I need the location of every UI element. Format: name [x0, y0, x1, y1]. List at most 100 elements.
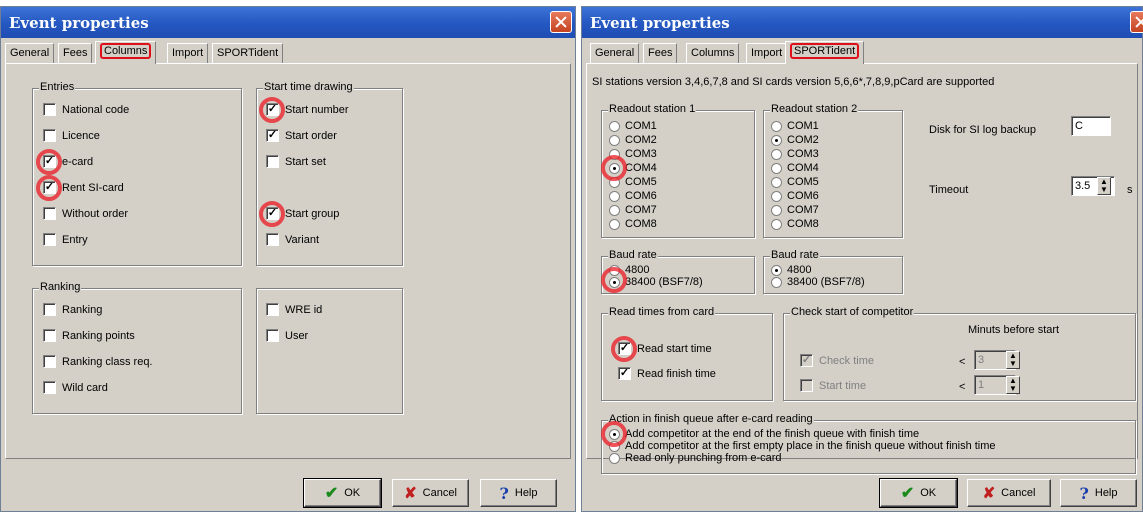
tab-columns[interactable]: Columns	[686, 43, 740, 63]
radio-r1-com2[interactable]: COM2	[609, 135, 657, 146]
radio-b1-38400[interactable]: 38400 (BSF7/8)	[609, 277, 703, 288]
checkbox-ranking[interactable]: Ranking	[43, 303, 102, 316]
radio-r2-com1[interactable]: COM1	[771, 121, 819, 132]
radio-r2-com7[interactable]: COM7	[771, 205, 819, 216]
checkbox-start-order[interactable]: ✓ Start order	[266, 129, 337, 142]
group-legend: Action in finish queue after e-card read…	[608, 413, 814, 425]
tab-columns[interactable]: Columns	[95, 41, 157, 64]
radio-b2-38400[interactable]: 38400 (BSF7/8)	[771, 277, 865, 288]
spinner-arrows-icon[interactable]: ▲ ▼	[1006, 351, 1020, 369]
start-time-value: 1	[978, 379, 985, 391]
checkbox-label: Read finish time	[637, 367, 716, 380]
radio-b2-4800[interactable]: 4800	[771, 265, 811, 276]
radio-r2-com4[interactable]: COM4	[771, 163, 819, 174]
radio-dot	[771, 121, 782, 132]
checkbox-e-card[interactable]: ✓ e-card	[43, 155, 93, 168]
group-legend: Baud rate	[608, 249, 658, 261]
help-button[interactable]: ? Help	[1060, 479, 1137, 507]
tab-panel: Entries National code Licence ✓ e-card ✓ R…	[5, 63, 571, 459]
close-button[interactable]	[550, 11, 572, 33]
checkbox-box	[43, 129, 56, 142]
checkbox-label: Licence	[62, 129, 100, 142]
close-button[interactable]	[1130, 11, 1143, 33]
checkbox-ranking-points[interactable]: Ranking points	[43, 329, 135, 342]
radio-dot	[771, 163, 782, 174]
radio-r1-com8[interactable]: COM8	[609, 219, 657, 230]
tab-fees[interactable]: Fees	[58, 43, 93, 63]
checkbox-label: Ranking class req.	[62, 355, 153, 368]
radio-r1-com5[interactable]: COM5	[609, 177, 657, 188]
checkbox-label: Start order	[285, 129, 337, 142]
radio-label: COM1	[625, 120, 657, 132]
tab-general[interactable]: General	[590, 43, 640, 63]
radio-r2-com3[interactable]: COM3	[771, 149, 819, 160]
radio-r1-com3[interactable]: COM3	[609, 149, 657, 160]
radio-label: COM6	[787, 190, 819, 202]
button-label: Help	[1094, 487, 1118, 499]
tab-general[interactable]: General	[5, 43, 55, 63]
checkbox-start-set[interactable]: Start set	[266, 155, 326, 168]
checkbox-rent-si-card[interactable]: ✓ Rent SI-card	[43, 181, 124, 194]
tab-import[interactable]: Import	[746, 43, 788, 63]
radio-dot	[771, 205, 782, 216]
radio-r2-com2[interactable]: COM2	[771, 135, 819, 146]
tab-import[interactable]: Import	[167, 43, 209, 63]
tab-fees[interactable]: Fees	[643, 43, 678, 63]
checkbox-check-time[interactable]: ✓ Check time	[800, 354, 874, 367]
checkbox-start-group[interactable]: ✓ Start group	[266, 207, 339, 220]
checkbox-variant[interactable]: Variant	[266, 233, 319, 246]
checkbox-box	[266, 155, 279, 168]
checkbox-national-code[interactable]: National code	[43, 103, 129, 116]
radio-r1-com6[interactable]: COM6	[609, 191, 657, 202]
checkbox-licence[interactable]: Licence	[43, 129, 100, 142]
ok-button[interactable]: ✔ OK	[879, 478, 958, 508]
radio-label: 4800	[625, 264, 650, 276]
checkbox-label: User	[285, 329, 309, 342]
cancel-button[interactable]: ✘ Cancel	[392, 479, 469, 507]
radio-r1-com7[interactable]: COM7	[609, 205, 657, 216]
radio-fq-add-first-empty[interactable]: Add competitor at the first empty place …	[609, 441, 996, 452]
checkbox-box	[43, 381, 56, 394]
minutes-before-start-label: Minuts before start	[968, 324, 1060, 336]
checkbox-read-finish-time[interactable]: ✓ Read finish time	[618, 367, 716, 380]
tab-label: General	[595, 47, 635, 59]
spinner-arrows-icon[interactable]: ▲ ▼	[1006, 376, 1020, 394]
checkbox-without-order[interactable]: Without order	[43, 207, 128, 220]
radio-fq-read-only[interactable]: Read only punching from e-card	[609, 453, 782, 464]
radio-r1-com4[interactable]: COM4	[609, 163, 657, 174]
checkbox-start-number[interactable]: ✓ Start number	[266, 103, 349, 116]
radio-fq-add-end[interactable]: Add competitor at the end of the finish …	[609, 429, 919, 440]
checkbox-wre-id[interactable]: WRE id	[266, 303, 322, 316]
radio-label: Read only punching from e-card	[625, 452, 782, 464]
radio-label: COM2	[625, 134, 657, 146]
radio-b1-4800[interactable]: 4800	[609, 265, 649, 276]
tab-sportident[interactable]: SPORTident	[212, 43, 284, 63]
checkbox-label: Start time	[819, 379, 867, 392]
checkbox-ranking-class-req[interactable]: Ranking class req.	[43, 355, 153, 368]
disk-backup-input[interactable]: C	[1071, 116, 1111, 136]
radio-r2-com5[interactable]: COM5	[771, 177, 819, 188]
title-bar: Event properties	[582, 7, 1143, 38]
tab-sportident[interactable]: SPORTident	[785, 41, 865, 64]
checkbox-box	[43, 329, 56, 342]
ok-button[interactable]: ✔ OK	[303, 478, 382, 508]
spinner-arrows-icon[interactable]: ▲ ▼	[1097, 177, 1111, 195]
checkbox-read-start-time[interactable]: ✓ Read start time	[618, 342, 712, 355]
help-button[interactable]: ? Help	[480, 479, 557, 507]
group-legend: Ranking	[39, 281, 82, 293]
check-icon: ✔	[900, 485, 915, 502]
radio-label: COM8	[625, 218, 657, 230]
baud-rate-2-group: Baud rate 4800 38400 (BSF7/8)	[763, 249, 903, 294]
radio-r2-com8[interactable]: COM8	[771, 219, 819, 230]
checkbox-wild-card[interactable]: Wild card	[43, 381, 108, 394]
checkbox-start-time[interactable]: Start time	[800, 379, 866, 392]
checkbox-user[interactable]: User	[266, 329, 308, 342]
checkbox-entry[interactable]: Entry	[43, 233, 88, 246]
cancel-button[interactable]: ✘ Cancel	[967, 479, 1051, 507]
less-than-symbol: <	[959, 356, 966, 368]
checkbox-label: Check time	[819, 354, 875, 367]
radio-r1-com1[interactable]: COM1	[609, 121, 657, 132]
radio-dot	[609, 121, 620, 132]
radio-r2-com6[interactable]: COM6	[771, 191, 819, 202]
check-start-group: Check start of competitor Minuts before …	[783, 306, 1136, 401]
